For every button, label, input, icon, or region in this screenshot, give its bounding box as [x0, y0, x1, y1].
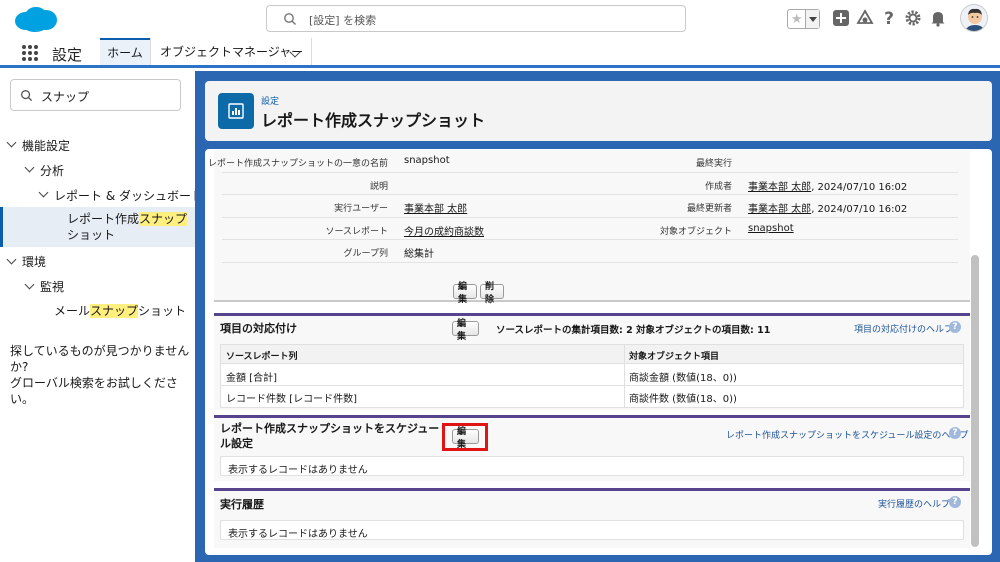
search-icon	[284, 13, 296, 25]
table-header-row	[221, 345, 963, 364]
field-label-target-object: 対象オブジェクト	[659, 227, 732, 237]
field-value-grouping-column: 総集計	[404, 249, 434, 260]
created-by-user-link[interactable]: 事業本部 太郎	[748, 182, 811, 193]
search-placeholder: [設定] を検索	[309, 14, 377, 27]
field-value-unique-name: snapshot	[404, 155, 450, 166]
field-label-last-run: 最終実行	[695, 159, 732, 169]
source-summary-count: ソースレポートの集計項目数: 2	[496, 325, 633, 336]
field-value-target-object[interactable]: snapshot	[748, 223, 794, 234]
tree-item-email-snapshots[interactable]: メールスナップショット	[54, 302, 186, 319]
run-history-section: 実行履歴 実行履歴のヘルプ ? 表示するレコードはありません	[214, 488, 970, 548]
tab-home-label: ホーム	[107, 46, 143, 60]
mapping-help-link[interactable]: 項目の対応付けのヘルプ	[854, 322, 953, 335]
divider	[221, 385, 963, 386]
trailhead-icon[interactable]	[856, 9, 874, 27]
setup-sidebar: スナップ 機能設定 分析 レポート & ダッシュボード レポート作成スナップショ…	[0, 71, 203, 562]
edit-button[interactable]: 編集	[453, 282, 477, 305]
table-cell: レコード件数 [レコード件数]	[226, 394, 357, 405]
bell-icon[interactable]	[929, 9, 947, 27]
chevron-down-icon[interactable]	[38, 187, 49, 198]
section-title: 項目の対応付け	[220, 322, 297, 335]
table-cell: 金額 [合計]	[226, 373, 277, 384]
app-navigation-bar: 設定 ホーム オブジェクトマネージャー	[0, 38, 1000, 68]
schedule-edit-button[interactable]: 編集	[452, 427, 479, 450]
tab-object-manager[interactable]: オブジェクトマネージャー	[150, 38, 312, 65]
history-help-link[interactable]: 実行履歴のヘルプ	[878, 497, 950, 510]
empty-list-message: 表示するレコードはありません	[220, 456, 964, 476]
tab-object-manager-label: オブジェクトマネージャー	[160, 45, 304, 59]
field-value-created-by: 事業本部 太郎, 2024/07/10 16:02	[748, 182, 908, 193]
target-field-count: 対象オブジェクトの項目数: 11	[636, 325, 771, 336]
tree-item-reports-dashboards[interactable]: レポート & ダッシュボード	[54, 187, 203, 204]
tree-item-monitoring[interactable]: 監視	[40, 278, 64, 295]
divider	[222, 194, 958, 195]
page-title: レポート作成スナップショット	[261, 111, 486, 130]
divider	[222, 217, 958, 218]
column-header: 対象オブジェクト項目	[629, 352, 720, 362]
chevron-down-icon[interactable]	[6, 137, 17, 148]
search-icon	[21, 90, 33, 102]
global-search-box[interactable]: [設定] を検索	[266, 5, 686, 32]
mapping-edit-button[interactable]: 編集	[452, 319, 479, 342]
help-icon[interactable]: ?	[949, 321, 961, 333]
modified-by-user-link[interactable]: 事業本部 太郎	[748, 204, 811, 215]
chevron-down-icon[interactable]	[6, 254, 17, 265]
breadcrumb[interactable]: 設定	[261, 94, 279, 107]
app-launcher-icon[interactable]	[22, 45, 38, 61]
chevron-down-icon[interactable]	[24, 162, 35, 173]
field-mapping-section: 項目の対応付け 編集 ソースレポートの集計項目数: 2 対象オブジェクトの項目数…	[214, 313, 970, 410]
app-name: 設定	[52, 46, 83, 64]
help-icon[interactable]: ?	[949, 496, 961, 508]
table-cell: 商談件数 (数値(18、0))	[629, 394, 737, 405]
salesforce-logo[interactable]	[12, 5, 58, 33]
field-label-unique-name: レポート作成スナップショットの一意の名前	[207, 159, 388, 169]
favorites-group: ★	[787, 9, 820, 29]
tree-item-reporting-snapshots-label: レポート作成スナップショット	[67, 212, 188, 242]
schedule-section: レポート作成スナップショットをスケジュー ル設定 編集 レポート作成スナップショ…	[214, 415, 970, 481]
avatar[interactable]	[960, 4, 988, 32]
divider	[624, 345, 625, 407]
sidebar-help-text: 探しているものが見つかりませんか? グローバル検索をお試しください。	[10, 344, 190, 406]
global-actions-plus-icon[interactable]	[832, 9, 850, 27]
section-title: レポート作成スナップショットをスケジュー ル設定	[220, 422, 440, 450]
divider	[222, 239, 958, 240]
divider	[222, 262, 958, 263]
help-icon[interactable]: ?	[949, 427, 961, 439]
favorites-star-icon[interactable]: ★	[788, 10, 805, 28]
global-header: [設定] を検索 ★ ?	[0, 0, 1000, 38]
mapping-table: ソースレポート列 対象オブジェクト項目 金額 [合計] 商談金額 (数値(18、…	[220, 344, 964, 408]
favorites-dropdown-icon[interactable]	[805, 10, 819, 28]
table-cell: 商談金額 (数値(18、0))	[629, 373, 737, 384]
user-avatar-icon	[965, 8, 985, 31]
field-value-source-report[interactable]: 今月の成約商談数	[404, 223, 484, 238]
tree-item-reporting-snapshots[interactable]: レポート作成スナップショット	[0, 207, 195, 247]
delete-button[interactable]: 削除	[480, 282, 504, 305]
quick-find-value: スナップ	[41, 90, 90, 104]
field-label-grouping-column: グループ列	[343, 249, 388, 259]
report-chart-icon	[218, 93, 254, 129]
field-label-created-by: 作成者	[704, 182, 732, 192]
svg-text:?: ?	[884, 9, 894, 27]
quick-find-input[interactable]: スナップ	[10, 79, 181, 111]
tree-item-analytics[interactable]: 分析	[40, 162, 64, 179]
field-value-last-modified-by: 事業本部 太郎, 2024/07/10 16:02	[748, 204, 908, 215]
field-value-running-user[interactable]: 事業本部 太郎	[404, 200, 467, 215]
empty-list-message: 表示するレコードはありません	[220, 520, 964, 540]
field-label-running-user: 実行ユーザー	[334, 204, 388, 214]
column-header: ソースレポート列	[226, 352, 298, 362]
scrollbar[interactable]	[971, 255, 979, 547]
field-label-description: 説明	[369, 182, 388, 192]
help-icon[interactable]: ?	[880, 9, 898, 27]
field-label-source-report: ソースレポート	[325, 227, 388, 237]
tree-item-feature-settings[interactable]: 機能設定	[22, 137, 70, 154]
section-title: 実行履歴	[220, 498, 264, 511]
tree-item-environments[interactable]: 環境	[22, 253, 46, 270]
tab-home[interactable]: ホーム	[100, 38, 150, 65]
field-label-last-modified-by: 最終更新者	[686, 204, 732, 214]
gear-icon[interactable]	[904, 9, 922, 27]
chevron-down-icon[interactable]	[24, 279, 35, 290]
schedule-help-link[interactable]: レポート作成スナップショットをスケジュール設定のヘルプ	[726, 428, 968, 441]
divider	[222, 172, 958, 173]
page-header: 設定 レポート作成スナップショット	[205, 81, 992, 141]
